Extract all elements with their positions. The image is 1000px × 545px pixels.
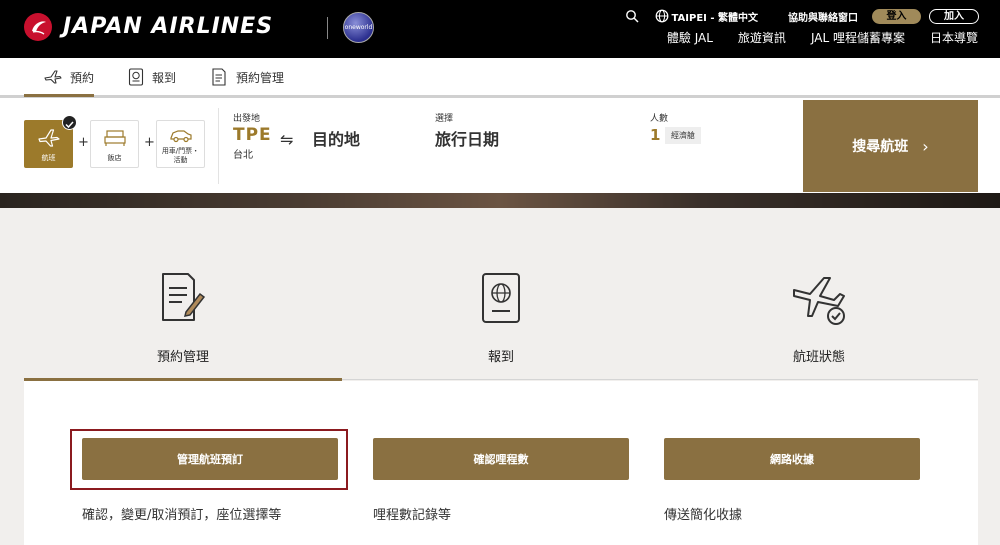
main-nav: 體驗 JAL 旅遊資訊 JAL 哩程儲蓄專案 日本導覽 — [642, 29, 978, 46]
globe-icon — [655, 9, 668, 23]
origin-city: 台北 — [233, 150, 253, 161]
service-manage-label: 預約管理 — [156, 350, 209, 365]
chevron-right-icon: › — [922, 136, 929, 156]
service-tab-checkin[interactable]: 報到 — [342, 210, 660, 380]
tab-manage-label: 預約管理 — [236, 70, 285, 85]
oneworld-logo-text: oneworld — [344, 24, 373, 31]
product-car-activity-toggle[interactable]: 用車/門票・ 活動 — [156, 120, 205, 168]
passengers-label: 人數 — [650, 114, 669, 124]
passenger-count[interactable]: 1 — [650, 126, 660, 144]
join-button[interactable]: 加入 — [929, 8, 979, 24]
search-flights-button[interactable]: 搜尋航班 › — [803, 100, 978, 192]
service-checkin-label: 報到 — [487, 350, 514, 365]
service-tab-rule — [342, 379, 978, 380]
service-tab-flight-status[interactable]: 航班狀態 — [660, 210, 978, 380]
service-status-label: 航班狀態 — [792, 350, 845, 365]
product-hotel-toggle[interactable]: 飯店 — [90, 120, 139, 168]
tab-checkin[interactable]: 報到 — [128, 58, 176, 96]
flight-status-icon — [793, 277, 845, 325]
nav-japan-guide[interactable]: 日本導覽 — [930, 29, 978, 46]
manage-booking-button[interactable]: 管理航班預訂 — [82, 438, 338, 480]
cabin-class-badge[interactable]: 經濟艙 — [665, 127, 701, 144]
site-header: JAPAN AIRLINES oneworld TAIPEI - 繁體中文 協助… — [0, 0, 1000, 58]
check-mileage-description: 哩程數記錄等 — [373, 508, 452, 523]
nav-travel-info[interactable]: 旅遊資訊 — [738, 29, 786, 46]
airplane-icon — [38, 129, 60, 147]
jal-crane-logo-icon[interactable] — [24, 13, 52, 41]
region-language-selector[interactable]: TAIPEI - 繁體中文 — [672, 9, 759, 24]
brand-wordmark[interactable]: JAPAN AIRLINES — [63, 14, 273, 39]
travel-dates-field[interactable]: 旅行日期 — [435, 126, 499, 150]
document-edit-icon — [162, 273, 206, 321]
help-contact-link[interactable]: 協助與聯絡窗口 — [788, 9, 858, 24]
origin-label: 出發地 — [233, 114, 261, 124]
web-receipt-button[interactable]: 網路收據 — [664, 438, 920, 480]
logo-divider — [327, 17, 328, 39]
tab-checkin-label: 報到 — [152, 70, 177, 85]
widget-divider — [218, 108, 219, 184]
search-icon[interactable] — [625, 9, 639, 23]
product-car-label-line2: 活動 — [173, 156, 188, 164]
selected-check-icon — [62, 115, 77, 130]
bed-icon — [104, 130, 126, 146]
destination-field[interactable]: 目的地 — [312, 126, 360, 150]
airplane-icon — [44, 70, 62, 84]
login-button[interactable]: 登入 — [872, 8, 921, 24]
product-car-label-line1: 用車/門票・ — [161, 147, 200, 155]
product-hotel-label: 飯店 — [107, 154, 122, 162]
nav-mileage-bank[interactable]: JAL 哩程儲蓄專案 — [811, 29, 905, 46]
dates-label: 選擇 — [435, 114, 454, 124]
passport-icon — [128, 68, 144, 86]
nav-experience-jal[interactable]: 體驗 JAL — [667, 29, 713, 46]
tab-booking[interactable]: 預約 — [44, 58, 94, 96]
car-icon — [170, 130, 192, 143]
tab-manage-booking[interactable]: 預約管理 — [211, 58, 284, 96]
service-tab-manage[interactable]: 預約管理 — [24, 210, 342, 380]
active-tab-indicator — [24, 94, 94, 97]
web-receipt-description: 傳送簡化收據 — [664, 508, 743, 523]
check-mileage-button[interactable]: 確認哩程數 — [373, 438, 629, 480]
oneworld-logo-icon[interactable]: oneworld — [343, 12, 374, 43]
plus-sign: + — [78, 135, 89, 150]
plus-sign: + — [144, 135, 155, 150]
booking-tab-bar: 預約 報到 預約管理 — [0, 58, 1000, 96]
search-flights-label: 搜尋航班 — [852, 139, 909, 155]
passport-icon — [482, 273, 520, 323]
origin-airport-code[interactable]: TPE — [233, 125, 272, 145]
utility-bar: TAIPEI - 繁體中文 協助與聯絡窗口 登入 加入 — [625, 8, 979, 24]
swap-route-icon[interactable]: ⇋ — [280, 130, 293, 149]
product-flight-label: 航班 — [41, 154, 56, 162]
document-edit-icon — [212, 68, 226, 86]
tab-booking-label: 預約 — [70, 70, 95, 85]
hero-image — [0, 193, 1000, 208]
manage-booking-description: 確認，變更/取消預訂，座位選擇等 — [82, 508, 282, 523]
